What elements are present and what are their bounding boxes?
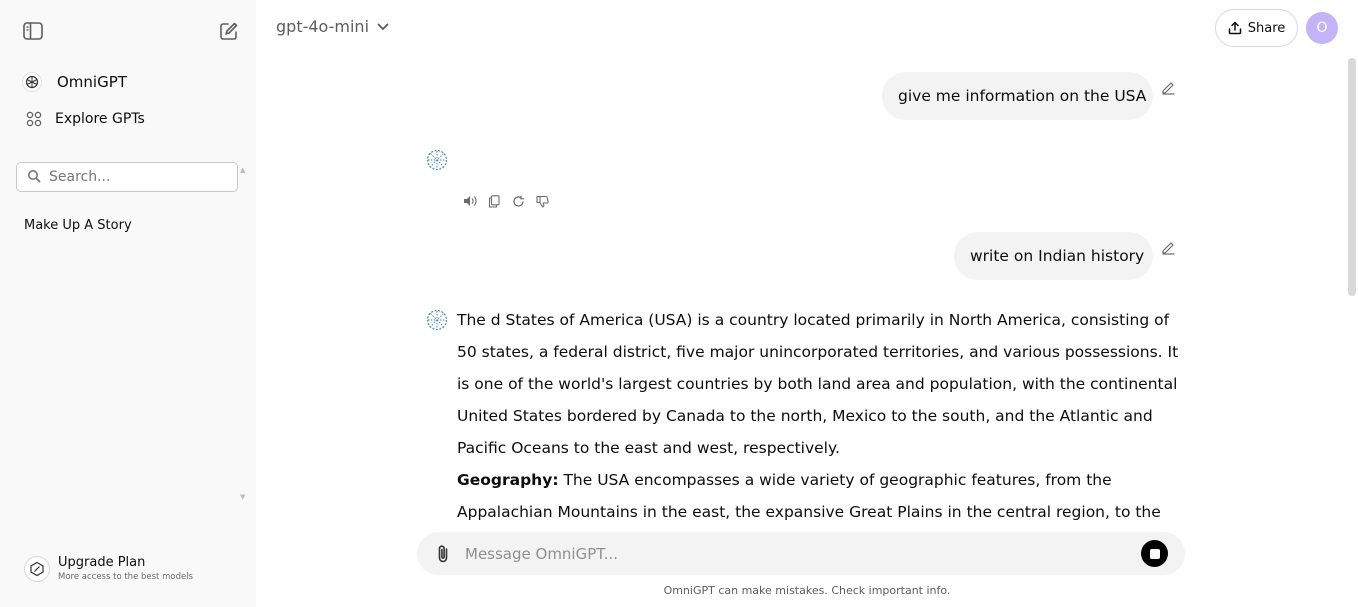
new-chat-icon[interactable] — [217, 19, 241, 43]
scroll-up-arrow-icon[interactable]: ▲ — [240, 166, 245, 174]
thumbs-down-icon[interactable] — [535, 194, 549, 208]
refresh-icon[interactable] — [511, 194, 525, 208]
message-composer — [417, 532, 1185, 575]
share-button[interactable]: Share — [1215, 9, 1298, 47]
assistant-message: The d States of America (USA) is a count… — [457, 304, 1187, 532]
sidebar-item-omnigpt[interactable]: OmniGPT — [16, 72, 127, 92]
stop-button[interactable] — [1141, 540, 1168, 567]
answer-text: The USA encompasses a wide variety of ge… — [457, 471, 1161, 521]
answer-paragraph: Geography: The USA encompasses a wide va… — [457, 464, 1187, 532]
share-label: Share — [1247, 20, 1286, 36]
sidebar-toggle-icon[interactable] — [21, 19, 45, 43]
disclaimer: OmniGPT can make mistakes. Check importa… — [663, 584, 951, 597]
user-message: write on Indian history — [954, 232, 1153, 280]
speaker-icon[interactable] — [463, 194, 477, 208]
message-actions — [463, 194, 549, 208]
pencil-icon[interactable] — [1161, 240, 1176, 259]
model-selector[interactable]: gpt-4o-mini — [276, 17, 389, 36]
sidebar-brand-label: OmniGPT — [57, 73, 127, 91]
chevron-down-icon — [377, 23, 389, 31]
sidebar-explore-label: Explore GPTs — [55, 111, 145, 127]
copy-icon[interactable] — [487, 194, 501, 208]
avatar[interactable]: O — [1306, 12, 1338, 44]
upgrade-subtitle: More access to the best models — [58, 572, 193, 582]
sidebar-item-explore-gpts[interactable]: Explore GPTs — [16, 110, 145, 128]
assistant-avatar-icon — [425, 308, 449, 332]
sidebar: OmniGPT Explore GPTs ▲ ▼ Make Up A Story… — [0, 0, 256, 607]
assistant-avatar-icon — [425, 148, 449, 172]
stop-icon — [1149, 548, 1160, 559]
chat-history-item[interactable]: Make Up A Story — [24, 218, 132, 233]
answer-heading: Geography: — [457, 471, 559, 489]
user-message: give me information on the USA — [882, 72, 1153, 120]
scroll-down-arrow-icon[interactable]: ▼ — [240, 493, 245, 501]
upgrade-title: Upgrade Plan — [58, 555, 146, 570]
upload-icon — [1228, 21, 1241, 35]
sidebar-search — [16, 162, 238, 192]
answer-paragraph: The d States of America (USA) is a count… — [457, 311, 1179, 457]
message-input[interactable] — [465, 544, 1105, 563]
pencil-icon[interactable] — [1161, 80, 1176, 99]
grid-icon — [25, 110, 43, 128]
scrollbar-thumb[interactable] — [1348, 58, 1356, 296]
search-icon — [27, 168, 41, 187]
upgrade-plan-button[interactable]: Upgrade Plan More access to the best mod… — [24, 555, 193, 583]
search-input[interactable] — [49, 169, 219, 185]
upgrade-icon — [24, 556, 50, 582]
paperclip-icon[interactable] — [433, 544, 453, 564]
omnigpt-logo-icon — [22, 72, 42, 92]
model-name: gpt-4o-mini — [276, 17, 370, 36]
